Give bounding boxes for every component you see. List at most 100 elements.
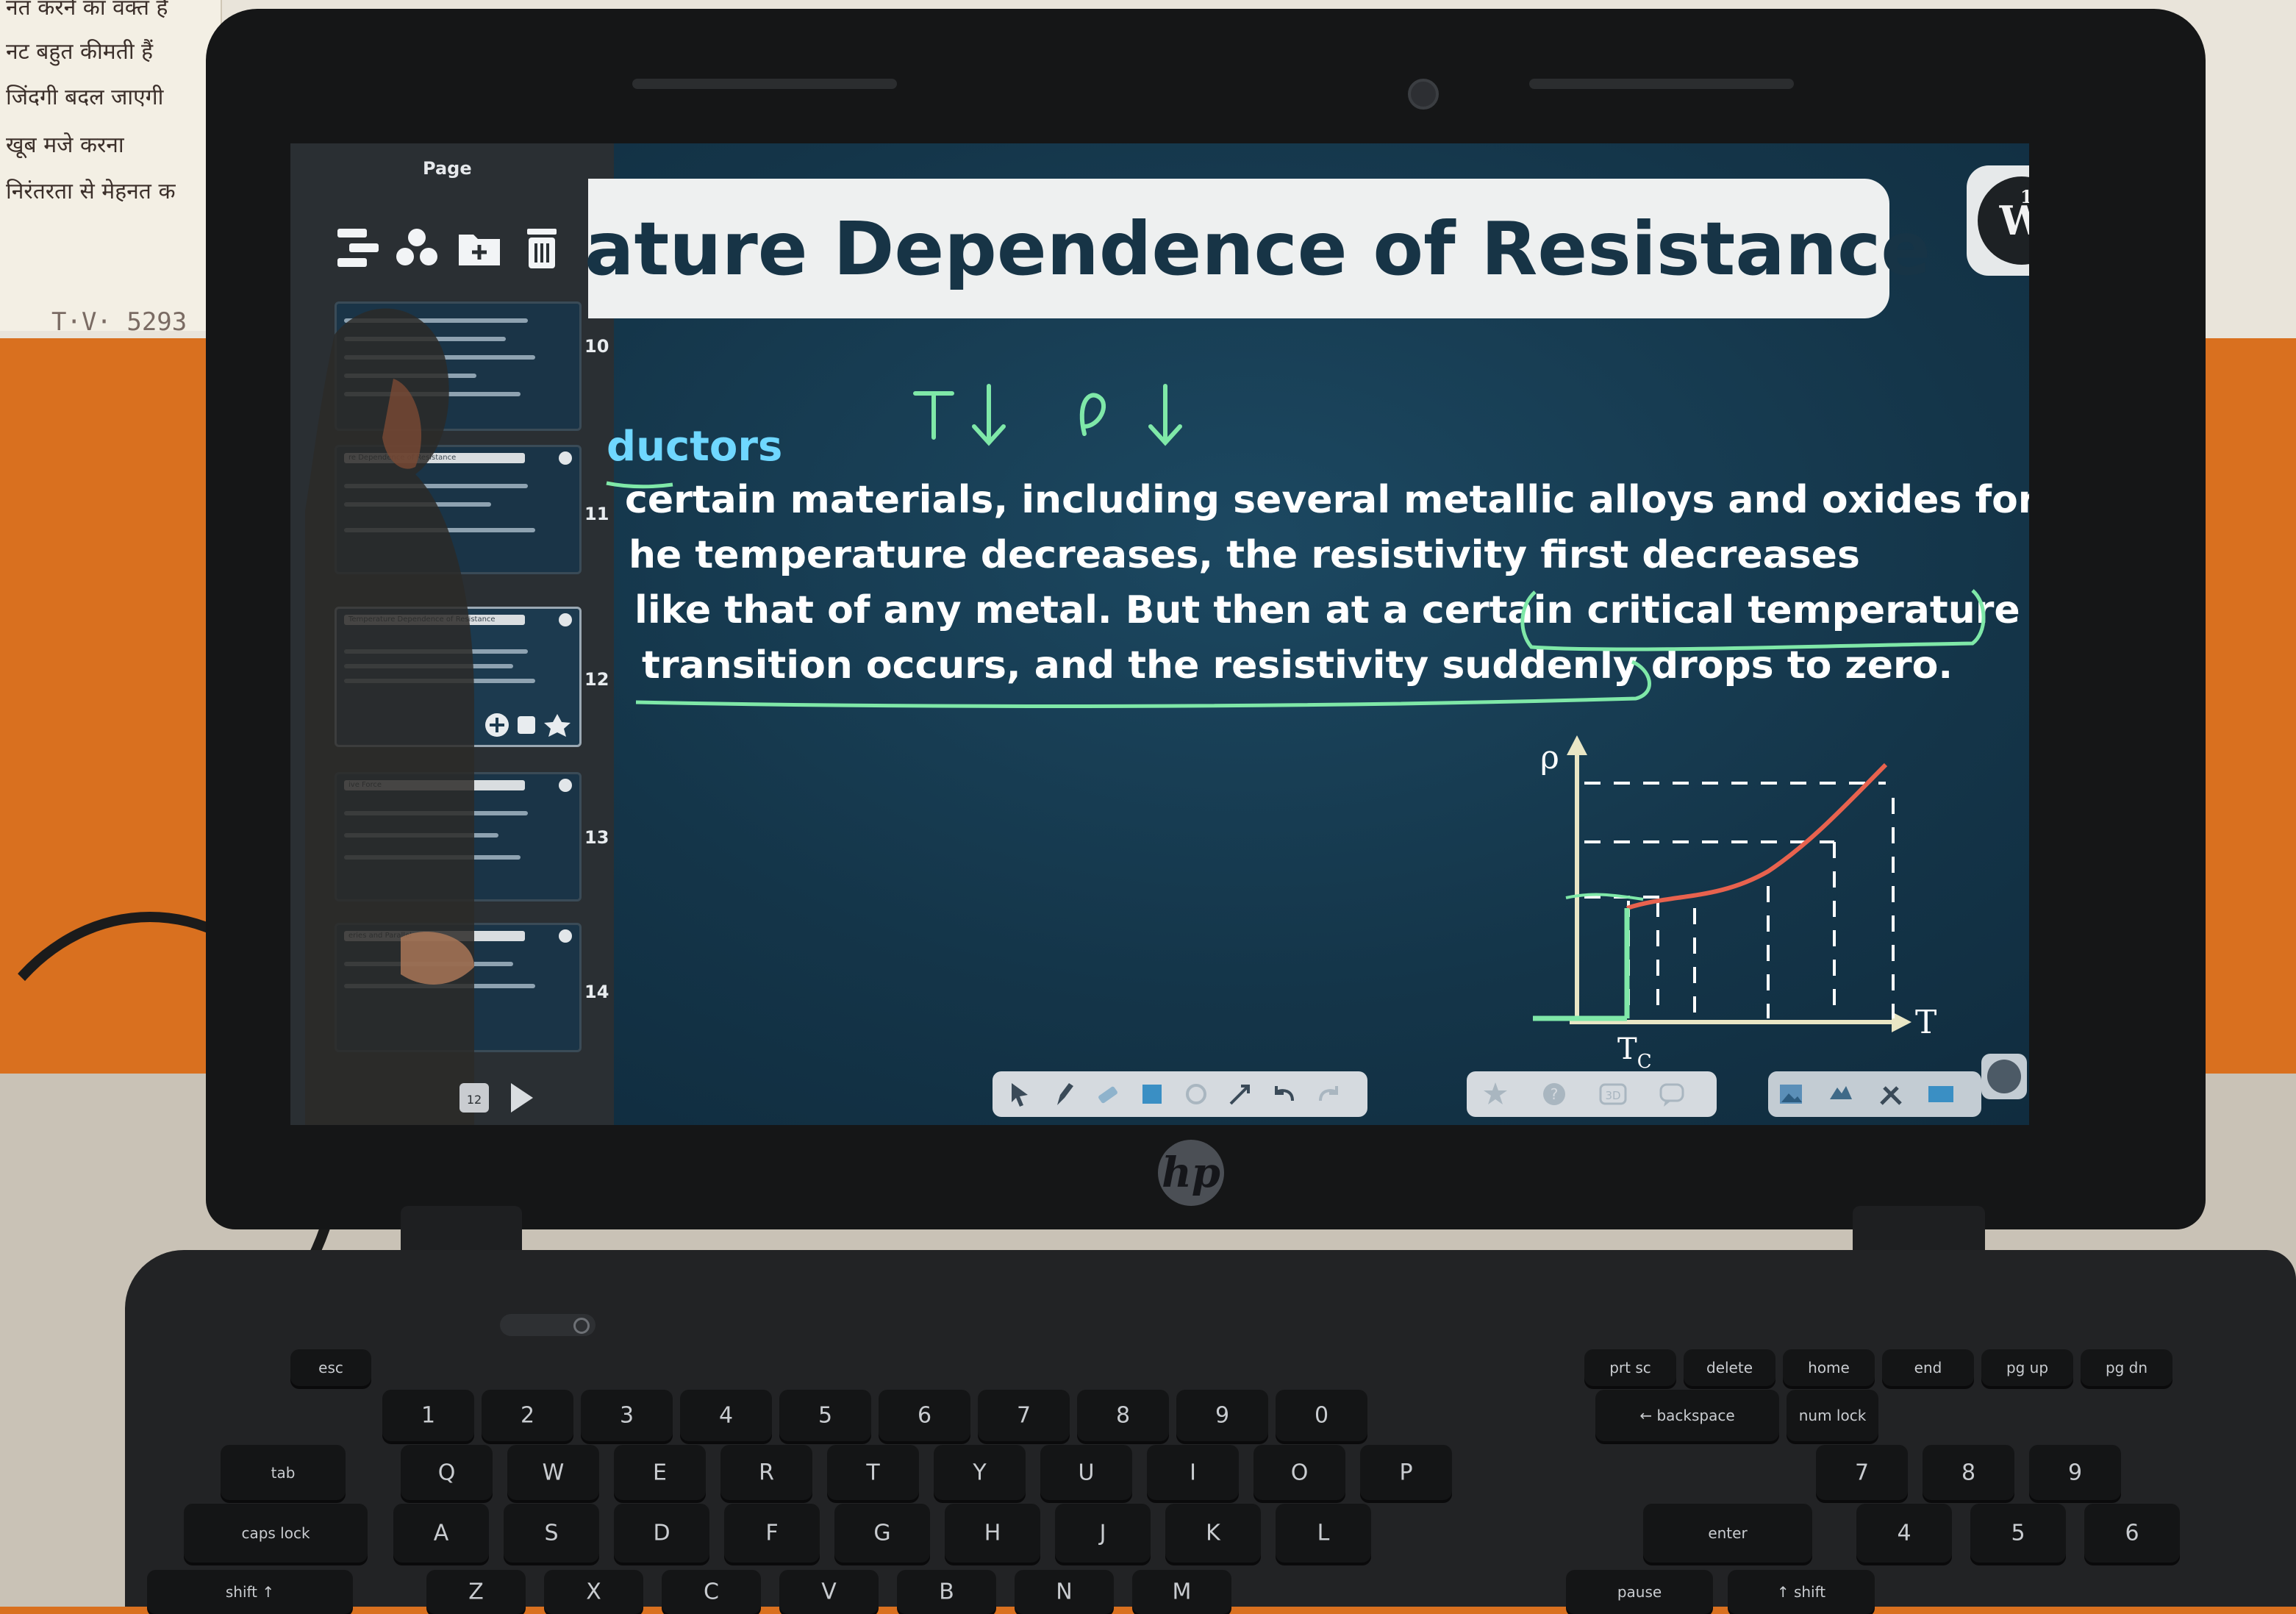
key-t[interactable]: T [827,1445,919,1500]
key-8[interactable]: 8 [1077,1390,1169,1441]
critical-temperature-label: TC [1617,1032,1652,1070]
tools-icon[interactable] [1877,1080,1905,1108]
power-button[interactable] [500,1314,596,1336]
poster-line: नत करने का वक्त है [6,0,168,21]
key-e[interactable]: E [614,1445,706,1500]
key-d[interactable]: D [614,1504,709,1563]
key-a[interactable]: A [393,1504,489,1563]
key-1[interactable]: 1 [382,1390,474,1441]
key-delete[interactable]: delete [1684,1349,1775,1386]
screen-icon[interactable] [1927,1080,1955,1108]
key-pause[interactable]: pause [1566,1570,1713,1614]
svg-text:?: ? [1551,1085,1559,1103]
key-c[interactable]: C [662,1570,761,1614]
key-r[interactable]: R [720,1445,812,1500]
key-s[interactable]: S [504,1504,599,1563]
resistivity-curve [1626,763,1888,910]
key-g[interactable]: G [834,1504,930,1563]
transition-underline [635,660,1651,708]
key-esc[interactable]: esc [290,1349,371,1386]
laptop-screen: Page 10 re Dependenc [290,143,2029,1125]
key-i[interactable]: I [1147,1445,1239,1500]
underline-stroke [606,481,673,489]
pointer-icon[interactable] [1226,1080,1254,1108]
key-v[interactable]: V [779,1570,879,1614]
3d-icon[interactable]: 3D [1599,1080,1627,1108]
drawing-toolbar [993,1071,1367,1117]
key-0[interactable]: 0 [1276,1390,1367,1441]
key-end[interactable]: end [1882,1349,1974,1386]
guide-lines [1584,782,1895,1018]
key-m[interactable]: M [1132,1570,1231,1614]
key-shift-right[interactable]: ↑ shift [1728,1570,1875,1614]
key-l[interactable]: L [1276,1504,1371,1563]
key-x[interactable]: X [544,1570,643,1614]
poster-line: नट बहुत कीमती हैं [6,39,154,65]
undo-icon[interactable] [1270,1080,1298,1108]
star-icon[interactable] [1481,1080,1509,1108]
key-num-4[interactable]: 4 [1856,1504,1952,1563]
key-3[interactable]: 3 [581,1390,673,1441]
key-n[interactable]: N [1015,1570,1114,1614]
resistivity-graph: ρ T TC [1533,735,1936,1070]
shape-icon[interactable] [1182,1080,1210,1108]
key-f[interactable]: F [724,1504,820,1563]
key-caps-lock[interactable]: caps lock [184,1504,368,1563]
square-icon[interactable] [1138,1080,1166,1108]
key-4[interactable]: 4 [680,1390,772,1441]
key-j[interactable]: J [1055,1504,1151,1563]
key-5[interactable]: 5 [779,1390,871,1441]
key-tab[interactable]: tab [221,1445,346,1500]
key-k[interactable]: K [1165,1504,1261,1563]
key-u[interactable]: U [1040,1445,1132,1500]
webcam [1408,79,1439,110]
poster-code: T·V· 5293 [51,307,187,337]
key-p[interactable]: P [1360,1445,1452,1500]
y-axis-arrow [1567,735,1587,755]
key-q[interactable]: Q [401,1445,493,1500]
key-num-lock[interactable]: num lock [1787,1390,1878,1441]
cursor-icon[interactable] [1006,1080,1034,1108]
3d-label: 3D [1605,1089,1620,1102]
key-prt-sc[interactable]: prt sc [1584,1349,1676,1386]
key-num-6[interactable]: 6 [2084,1504,2180,1563]
key-o[interactable]: O [1253,1445,1345,1500]
redo-icon[interactable] [1315,1080,1342,1108]
eraser-icon[interactable] [1094,1080,1122,1108]
poster-line: निरंतरता से मेहनत क [6,179,176,204]
corner-logo-icon [1987,1060,2021,1093]
key-z[interactable]: Z [426,1570,526,1614]
key-w[interactable]: W [507,1445,599,1500]
x-axis-label: T [1915,1004,1936,1041]
image-icon[interactable] [1777,1080,1805,1108]
key-backspace[interactable]: ← backspace [1595,1390,1779,1441]
key-num-8[interactable]: 8 [1923,1445,2014,1500]
x-axis-arrow [1892,1012,1911,1032]
y-axis-label: ρ [1540,739,1559,776]
key-shift-left[interactable]: shift ↑ [147,1570,353,1614]
key-pg-dn[interactable]: pg dn [2081,1349,2172,1386]
key-2[interactable]: 2 [482,1390,573,1441]
key-9[interactable]: 9 [1176,1390,1268,1441]
key-y[interactable]: Y [934,1445,1026,1500]
logo-corner-button[interactable] [1981,1054,2027,1099]
power-icon [573,1318,590,1334]
hp-logo: hp [1158,1140,1224,1206]
key-pg-up[interactable]: pg up [1981,1349,2073,1386]
key-6[interactable]: 6 [879,1390,970,1441]
extras-toolbar [1768,1071,1981,1117]
key-b[interactable]: B [897,1570,996,1614]
critical-temperature-circle [1520,589,1986,651]
key-7[interactable]: 7 [978,1390,1070,1441]
key-enter[interactable]: enter [1643,1504,1812,1563]
help-icon[interactable]: ? [1540,1080,1568,1108]
chat-icon[interactable] [1658,1080,1686,1108]
key-num-9[interactable]: 9 [2029,1445,2121,1500]
wall-poster: नत करने का वक्त है नट बहुत कीमती हैं जिं… [0,0,222,337]
hands-icon[interactable] [1827,1080,1855,1108]
key-num-5[interactable]: 5 [1970,1504,2066,1563]
key-h[interactable]: H [945,1504,1040,1563]
key-home[interactable]: home [1783,1349,1875,1386]
pen-icon[interactable] [1050,1080,1078,1108]
key-num-7[interactable]: 7 [1816,1445,1908,1500]
